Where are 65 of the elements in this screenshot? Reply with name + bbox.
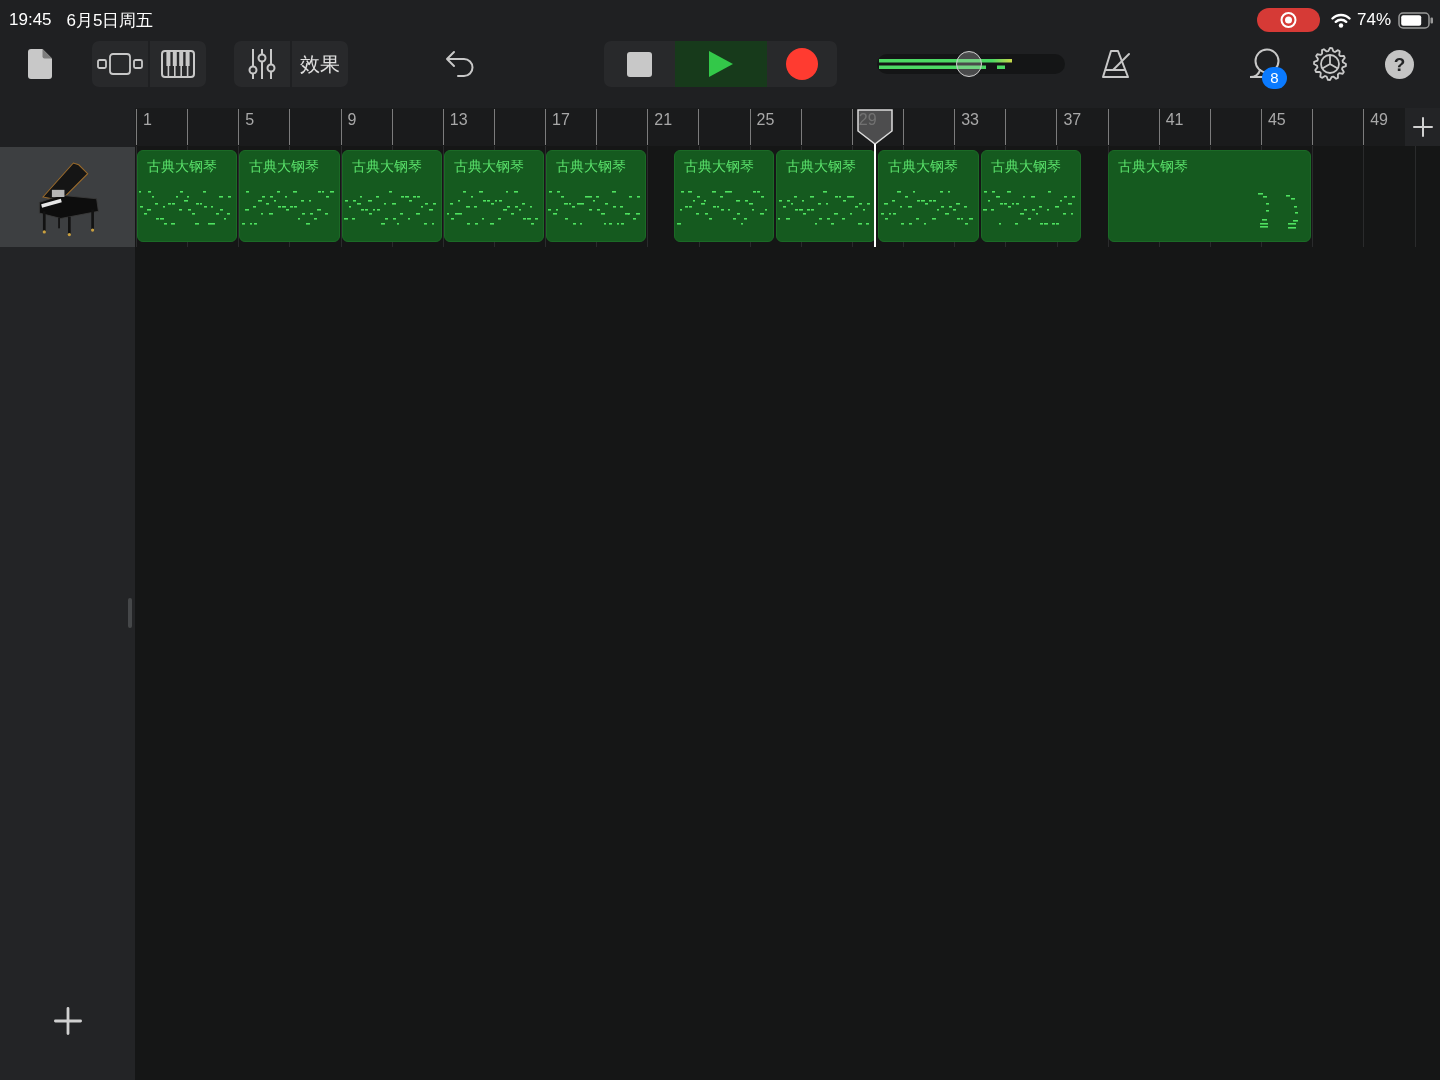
metronome-icon[interactable] [1100, 48, 1132, 80]
record-button[interactable] [767, 41, 837, 87]
bar-number: 33 [960, 110, 979, 129]
loop-browser-button[interactable]: 8 [1240, 41, 1290, 87]
date-label: 6月5日周五 [66, 9, 154, 32]
midi-region[interactable]: 古典大钢琴 [239, 150, 340, 242]
region-title: 古典大钢琴 [248, 157, 321, 175]
plus-icon[interactable] [1412, 117, 1433, 137]
bar-number: 9 [346, 110, 357, 129]
sliders-icon[interactable] [248, 48, 276, 80]
bar-number: 1 [142, 110, 152, 129]
document-icon[interactable] [28, 49, 52, 79]
add-section-button[interactable] [1405, 108, 1440, 146]
region-title: 古典大钢琴 [785, 157, 858, 175]
stop-button[interactable] [604, 41, 675, 87]
play-button[interactable] [675, 41, 767, 87]
midi-region[interactable]: 古典大钢琴 [673, 150, 775, 242]
region-title: 古典大钢琴 [146, 157, 218, 175]
play-icon[interactable] [709, 51, 733, 77]
region-title: 古典大钢琴 [887, 157, 960, 175]
bar-number: 13 [448, 110, 468, 129]
midi-region[interactable]: 古典大钢琴 [980, 150, 1081, 242]
wifi-icon [1330, 12, 1351, 28]
midi-notes-drawing [1258, 193, 1299, 229]
bar-number: 37 [1062, 110, 1082, 129]
midi-region[interactable]: 古典大钢琴 [546, 150, 647, 242]
midi-region[interactable]: 古典大钢琴 [443, 150, 544, 242]
panels-icon[interactable] [97, 53, 143, 75]
midi-region[interactable]: 古典大钢琴 [137, 150, 238, 242]
midi-region[interactable]: 古典大钢琴 [878, 150, 979, 242]
piano-keys-icon[interactable] [161, 50, 195, 78]
bar-number: 17 [551, 110, 570, 129]
settings-icon[interactable] [1313, 47, 1347, 81]
midi-region[interactable]: 古典大钢琴 [1108, 150, 1311, 242]
screen-recording-icon[interactable] [1256, 8, 1320, 32]
bar-number: 45 [1266, 110, 1286, 129]
battery-icon [1398, 11, 1434, 29]
stop-icon[interactable] [627, 51, 652, 77]
undo-icon[interactable] [445, 50, 475, 78]
bar-number: 25 [755, 110, 775, 129]
clock-time: 19:45 [9, 10, 52, 30]
record-icon[interactable] [786, 48, 818, 80]
region-title: 古典大钢琴 [989, 157, 1062, 175]
bar-number: 5 [244, 110, 255, 129]
effects-button[interactable]: 效果 [292, 41, 348, 87]
region-title: 古典大钢琴 [452, 157, 525, 175]
resize-handle[interactable] [128, 598, 132, 628]
loop-count-badge: 8 [1262, 67, 1287, 89]
region-title: 古典大钢琴 [1117, 157, 1190, 175]
keyboard-button[interactable] [150, 41, 206, 87]
region-title: 古典大钢琴 [682, 157, 755, 175]
bar-number: 49 [1369, 110, 1388, 129]
bar-number: 41 [1164, 110, 1184, 129]
midi-region[interactable]: 古典大钢琴 [776, 150, 877, 242]
volume-slider[interactable] [877, 54, 1065, 74]
region-title: 古典大钢琴 [350, 157, 423, 175]
volume-slider-thumb[interactable] [956, 51, 983, 77]
midi-region[interactable]: 古典大钢琴 [341, 150, 442, 242]
bar-number: 21 [653, 110, 673, 129]
mixer-button[interactable] [234, 41, 290, 87]
battery-percent: 74% [1356, 10, 1391, 30]
add-track-icon[interactable] [53, 1007, 82, 1035]
help-button[interactable]: ? [1385, 50, 1414, 79]
view-button[interactable] [92, 41, 148, 87]
region-title: 古典大钢琴 [555, 157, 627, 175]
